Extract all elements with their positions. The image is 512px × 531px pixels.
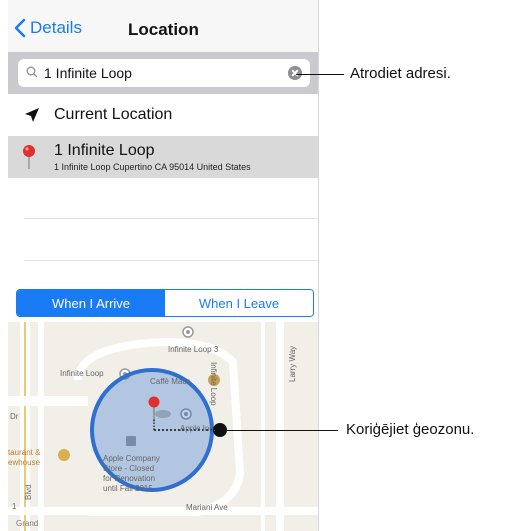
search-value: 1 Infinite Loop: [44, 65, 132, 81]
pin-icon: [23, 145, 35, 169]
location-arrow-icon: [25, 108, 39, 122]
map-poi-label: Store - Closed: [103, 464, 155, 473]
back-label: Details: [30, 18, 82, 37]
search-result-row[interactable]: 1 Infinite Loop 1 Infinite Loop Cupertin…: [8, 136, 318, 178]
map-graphics: [8, 322, 318, 531]
callout-address: Atrodiet adresi.: [350, 65, 451, 82]
chevron-left-icon: [14, 18, 26, 38]
clear-icon[interactable]: [288, 66, 302, 80]
current-location-label: Current Location: [54, 106, 173, 123]
map-poi-label: ewhouse: [8, 458, 41, 467]
map-street-label: Mariani Ave: [186, 503, 228, 512]
map-poi-label: Apple Company: [103, 454, 160, 463]
phone-screen: Details Location 1 Infinite Loop Current…: [8, 0, 319, 531]
map-street-label: Infinite Loop: [209, 362, 218, 406]
back-button[interactable]: Details: [14, 18, 82, 38]
map-poi-label: Infinite Loop: [60, 369, 104, 378]
list-divider: [24, 260, 318, 261]
map-poi-label: for Renovation: [103, 474, 156, 483]
map-poi-label: until Fall 2015: [103, 484, 153, 493]
result-subtitle: 1 Infinite Loop Cupertino CA 95014 Unite…: [54, 162, 251, 172]
list-divider: [24, 218, 318, 219]
page-title: Location: [128, 20, 199, 39]
map-street-label: Dr: [10, 412, 19, 421]
map-poi-label: Apple Inc.: [180, 424, 216, 433]
map-street-label: 1: [12, 502, 17, 511]
segment-when-i-leave[interactable]: When I Leave: [165, 290, 313, 316]
search-bar: 1 Infinite Loop: [8, 52, 318, 94]
map-poi-label: taurant &: [8, 448, 41, 457]
map-poi-label: Infinite Loop 3: [168, 345, 219, 354]
search-input[interactable]: 1 Infinite Loop: [18, 59, 310, 87]
map-street-label: Blvd: [24, 484, 33, 500]
search-icon: [26, 66, 38, 78]
map-poi-label: Grand: [16, 519, 39, 528]
callout-line-geofence: [226, 430, 338, 431]
map-street-label: Larry Way: [288, 345, 297, 382]
map-poi-label: Caffè Macs: [150, 377, 191, 386]
navigation-bar: Details Location: [8, 0, 318, 53]
map-view[interactable]: Infinite Loop 3 Infinite Loop Caffè Macs…: [8, 322, 318, 531]
result-title: 1 Infinite Loop: [54, 142, 155, 159]
callout-geofence: Koriģējiet ģeozonu.: [346, 421, 475, 438]
trigger-segmented-control: When I Arrive When I Leave: [16, 289, 314, 317]
current-location-row[interactable]: Current Location: [8, 94, 318, 137]
segment-when-i-arrive[interactable]: When I Arrive: [17, 290, 165, 316]
callout-line-address: [296, 74, 344, 75]
